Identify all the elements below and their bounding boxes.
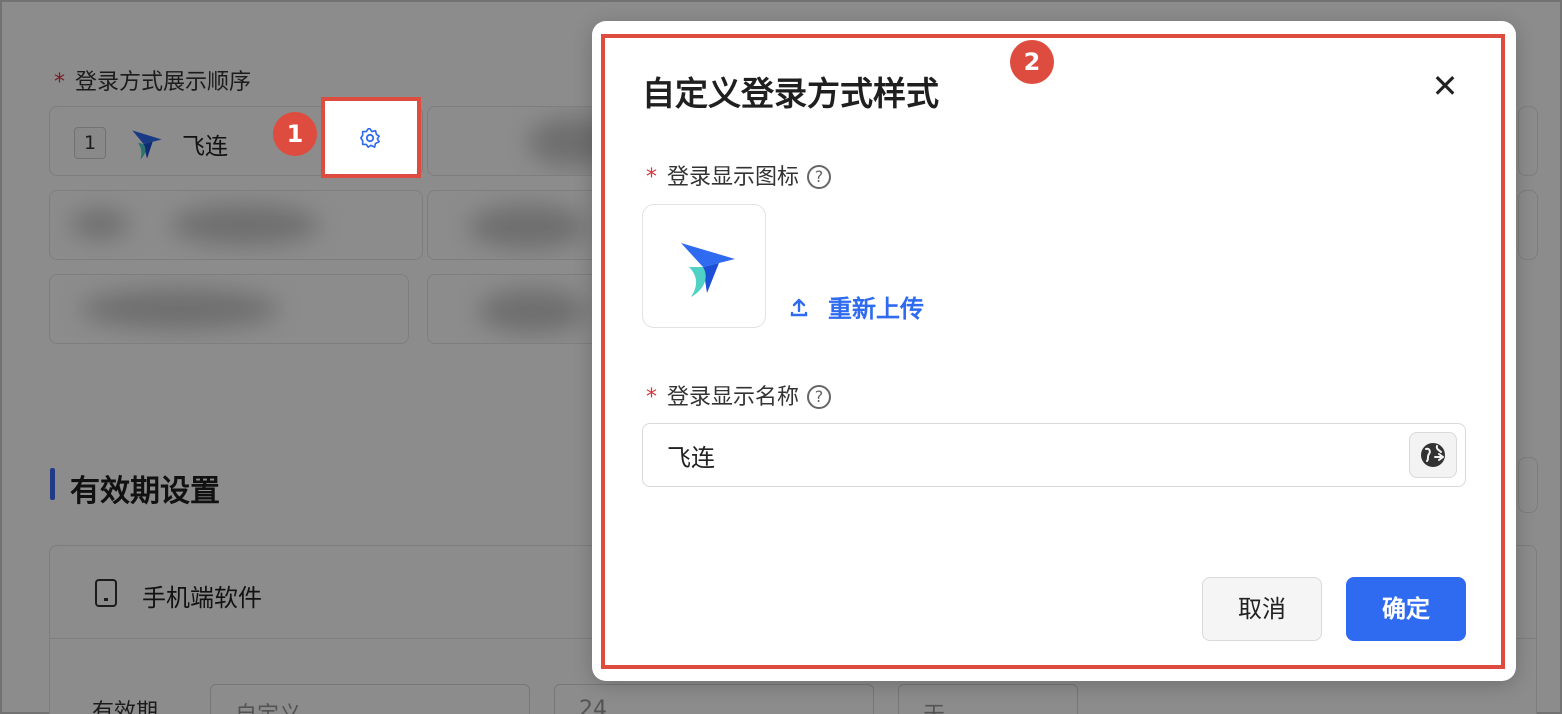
annotation-highlight-dialog [601,34,1505,669]
gear-icon[interactable] [359,127,381,149]
annotation-marker-1: 1 [273,112,317,156]
annotation-marker-2: 2 [1010,40,1054,84]
highlighted-settings-area[interactable] [325,101,417,174]
